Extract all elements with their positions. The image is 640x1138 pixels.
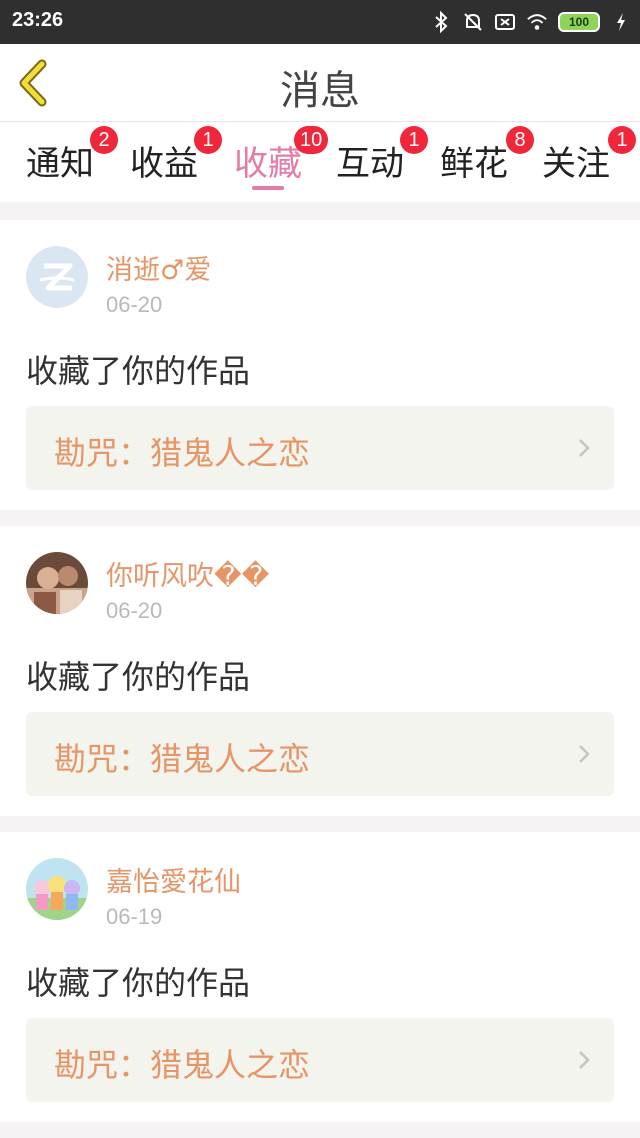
message-date: 06-20 (106, 292, 163, 317)
header-bar: 消息 (0, 44, 640, 122)
work-link[interactable]: 勘咒：猎鬼人之恋 (26, 1018, 614, 1102)
tab-follows[interactable]: 关注 1 (542, 126, 636, 185)
message-text: 收藏了你的作品 (26, 658, 251, 696)
bluetooth-icon (430, 11, 452, 33)
tab-badge: 8 (506, 126, 534, 154)
work-title: 勘咒：猎鬼人之恋 (54, 740, 311, 778)
tab-interactions[interactable]: 互动 1 (336, 126, 428, 185)
work-title: 勘咒：猎鬼人之恋 (54, 1046, 311, 1084)
tab-notifications[interactable]: 通知 2 (26, 126, 118, 185)
mute-bell-icon (462, 11, 484, 33)
message-card: 消逝♂爱 06-20 收藏了你的作品 勘咒：猎鬼人之恋 (0, 220, 640, 510)
message-text: 收藏了你的作品 (26, 352, 251, 390)
status-time: 23:26 (12, 9, 64, 31)
message-date: 06-20 (106, 598, 163, 623)
chevron-right-icon (576, 1048, 592, 1072)
status-icons: 100 (430, 8, 632, 36)
active-tab-indicator (252, 186, 284, 190)
chevron-right-icon (576, 742, 592, 766)
username[interactable]: 你听风吹�� (106, 554, 269, 593)
tab-badge: 10 (294, 126, 329, 154)
category-tabs: 通知 2 收益 1 收藏 10 互动 1 鲜花 8 关注 1 (0, 122, 640, 202)
status-bar: 23:26 100 (0, 0, 640, 44)
sim-icon (494, 11, 516, 33)
avatar[interactable] (26, 552, 88, 614)
avatar[interactable] (26, 246, 88, 308)
tab-label: 鲜花 (440, 144, 508, 184)
message-text: 收藏了你的作品 (26, 964, 251, 1002)
tab-label: 收益 (130, 144, 198, 184)
page-title: 消息 (280, 68, 360, 114)
tab-favorites[interactable]: 收藏 10 (234, 126, 329, 190)
chevron-right-icon (576, 436, 592, 460)
avatar[interactable] (26, 858, 88, 920)
tab-label: 收藏 (234, 144, 302, 184)
username[interactable]: 消逝♂爱 (106, 248, 211, 287)
message-card: 嘉怡愛花仙 06-19 收藏了你的作品 勘咒：猎鬼人之恋 (0, 832, 640, 1122)
tab-badge: 1 (400, 126, 428, 154)
wifi-icon (526, 11, 548, 33)
tab-label: 通知 (26, 144, 94, 184)
tab-badge: 2 (90, 126, 118, 154)
work-link[interactable]: 勘咒：猎鬼人之恋 (26, 406, 614, 490)
message-card: 你听风吹�� 06-20 收藏了你的作品 勘咒：猎鬼人之恋 (0, 526, 640, 816)
tab-label: 互动 (336, 144, 404, 184)
message-date: 06-19 (106, 904, 163, 929)
tab-badge: 1 (608, 126, 636, 154)
work-link[interactable]: 勘咒：猎鬼人之恋 (26, 712, 614, 796)
tab-label: 关注 (542, 144, 610, 184)
tab-earnings[interactable]: 收益 1 (130, 126, 222, 185)
tab-badge: 1 (194, 126, 222, 154)
charging-icon (610, 11, 632, 33)
username[interactable]: 嘉怡愛花仙 (106, 860, 241, 899)
battery-icon: 100 (558, 12, 600, 32)
tab-flowers[interactable]: 鲜花 8 (440, 126, 534, 185)
work-title: 勘咒：猎鬼人之恋 (54, 434, 311, 472)
